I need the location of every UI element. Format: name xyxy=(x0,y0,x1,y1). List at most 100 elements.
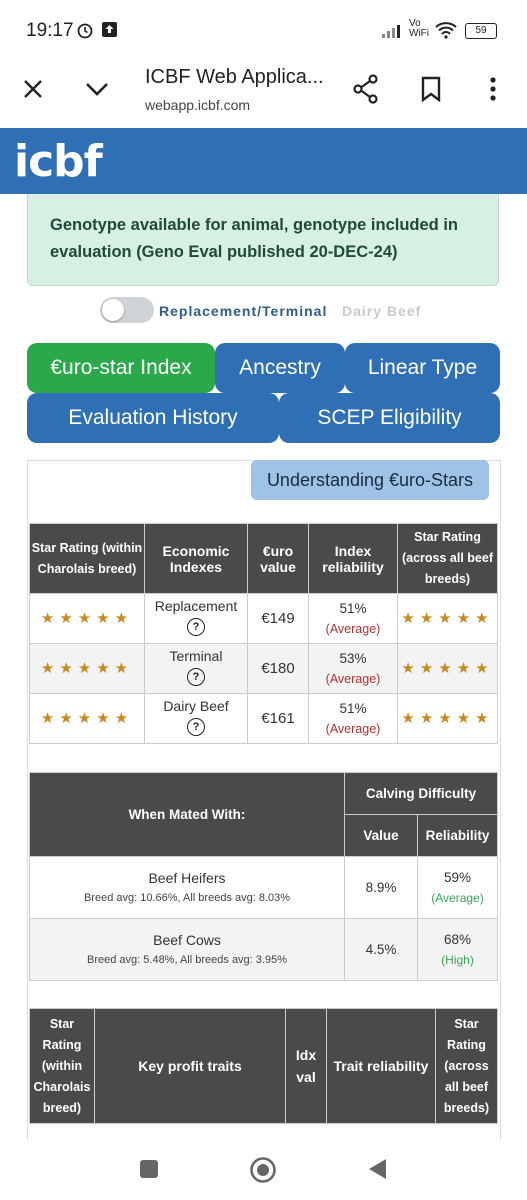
reliability-cell: 53% (Average) xyxy=(308,643,398,694)
header-key-profit-traits: Key profit traits xyxy=(94,1008,286,1124)
tab-linear-type[interactable]: Linear Type xyxy=(345,343,500,393)
reliability-value: 68% xyxy=(443,931,472,947)
star-rating: ★★★★★ xyxy=(40,610,134,627)
mated-title: Beef Heifers xyxy=(148,869,226,886)
key-profit-traits-table: Star Rating (within Charolais breed) Key… xyxy=(29,1008,498,1124)
euro-star-index-table: Star Rating (within Charolais breed) Eco… xyxy=(29,523,498,744)
euro-value: €180 xyxy=(247,643,309,694)
header-idx-val: Idx val xyxy=(285,1008,327,1124)
index-name-cell: Dairy Beef? xyxy=(144,693,248,744)
header-text: Economic Indexes xyxy=(162,542,230,575)
close-icon[interactable] xyxy=(22,78,44,100)
table-row: ★★★★★ Dairy Beef? €161 51% (Average) ★★★★… xyxy=(29,693,498,744)
help-icon[interactable]: ? xyxy=(187,668,205,686)
star-rating: ★★★★★ xyxy=(40,660,134,677)
table-row: ★★★★★ Terminal? €180 53% (Average) ★★★★★ xyxy=(29,643,498,694)
stars-within: ★★★★★ xyxy=(29,593,145,644)
upload-notification-icon xyxy=(102,22,117,37)
reliability-value: 51% xyxy=(339,700,367,716)
header-value: Value xyxy=(344,814,418,857)
header-text: Trait reliability xyxy=(333,1058,429,1074)
header-economic-indexes: Economic Indexes xyxy=(144,523,248,594)
calving-value: 4.5% xyxy=(344,918,418,981)
table-row: ★★★★★ Replacement? €149 51% (Average) ★★★… xyxy=(29,593,498,644)
header-text: Star Rating (across all beef breeds) xyxy=(443,1016,490,1115)
toggle-label-dairy-beef[interactable]: Dairy Beef xyxy=(342,303,421,319)
reliability-label: (Average) xyxy=(431,890,484,905)
tab-label: Linear Type xyxy=(367,356,478,379)
signal-icon xyxy=(382,25,400,38)
toggle-label-replacement-terminal[interactable]: Replacement/Terminal xyxy=(159,303,327,319)
table-row: Beef Cows Breed avg: 5.48%, All breeds av… xyxy=(29,918,498,981)
stars-within: ★★★★★ xyxy=(29,643,145,694)
header-trait-reliability: Trait reliability xyxy=(326,1008,436,1124)
page-url[interactable]: webapp.icbf.com xyxy=(145,97,250,113)
header-euro-value: €uro value xyxy=(247,523,309,594)
tab-evaluation-history[interactable]: Evaluation History xyxy=(27,393,279,443)
header-text: Key profit traits xyxy=(138,1058,242,1074)
more-vert-icon[interactable] xyxy=(488,76,498,102)
icbf-logo[interactable]: icbf xyxy=(14,136,103,187)
battery-icon: 59 xyxy=(465,23,497,39)
mated-avg: Breed avg: 5.48%, All breeds avg: 3.95% xyxy=(87,953,287,966)
tab-euro-star-index[interactable]: €uro-star Index xyxy=(27,343,215,393)
tab-scep-eligibility[interactable]: SCEP Eligibility xyxy=(279,393,500,443)
mated-title: Beef Cows xyxy=(153,931,221,948)
header-when-mated: When Mated With: xyxy=(29,772,345,857)
calving-reliability-cell: 59% (Average) xyxy=(417,856,498,919)
nav-home-icon[interactable] xyxy=(249,1156,277,1184)
nav-back-icon[interactable] xyxy=(366,1157,388,1181)
index-name: Dairy Beef xyxy=(163,698,229,714)
calving-difficulty-table: When Mated With: Calving Difficulty Valu… xyxy=(29,772,498,981)
index-name-cell: Terminal? xyxy=(144,643,248,694)
help-icon[interactable]: ? xyxy=(187,618,205,636)
page-title: ICBF Web Applica... xyxy=(145,66,324,88)
mated-cell: Beef Cows Breed avg: 5.48%, All breeds av… xyxy=(29,918,345,981)
star-rating: ★★★★★ xyxy=(40,710,134,727)
reliability-label: (Average) xyxy=(325,721,381,736)
reliability-label: (Average) xyxy=(325,621,381,636)
alarm-icon xyxy=(77,23,93,39)
euro-value: €149 xyxy=(247,593,309,644)
mated-avg: Breed avg: 10.66%, All breeds avg: 8.03% xyxy=(83,891,291,904)
understanding-euro-stars-button[interactable]: Understanding €uro-Stars xyxy=(251,460,489,500)
nav-recents-icon[interactable] xyxy=(139,1159,159,1179)
header-text: Star Rating (within Charolais breed) xyxy=(33,1016,91,1115)
header-text: Star Rating (across all beef breeds) xyxy=(401,530,493,586)
browser-toolbar: ICBF Web Applica... webapp.icbf.com xyxy=(0,56,527,128)
tab-label: Ancestry xyxy=(239,356,321,379)
header-calving-difficulty: Calving Difficulty xyxy=(344,772,498,815)
status-time: 19:17 xyxy=(26,20,74,41)
stars-within: ★★★★★ xyxy=(29,693,145,744)
stars-across: ★★★★★ xyxy=(397,693,498,744)
reliability-value: 53% xyxy=(339,650,367,666)
battery-level: 59 xyxy=(475,25,487,36)
genotype-notice: Genotype available for animal, genotype … xyxy=(27,194,499,286)
tab-label: Evaluation History xyxy=(68,406,238,429)
tab-ancestry[interactable]: Ancestry xyxy=(215,343,345,398)
toggle-knob xyxy=(102,299,124,321)
stars-across: ★★★★★ xyxy=(397,593,498,644)
reliability-cell: 51% (Average) xyxy=(308,693,398,744)
index-toggle[interactable] xyxy=(100,297,154,323)
euro-value: €161 xyxy=(247,693,309,744)
index-name-cell: Replacement? xyxy=(144,593,248,644)
header-text: Idx val xyxy=(295,1047,317,1085)
stars-across: ★★★★★ xyxy=(397,643,498,694)
chevron-down-icon[interactable] xyxy=(84,80,110,98)
header-star-within: Star Rating (within Charolais breed) xyxy=(29,1008,95,1124)
help-icon[interactable]: ? xyxy=(187,718,205,736)
reliability-value: 51% xyxy=(339,600,367,616)
table-row: Beef Heifers Breed avg: 10.66%, All breed… xyxy=(29,856,498,919)
wifi-icon xyxy=(435,22,457,39)
tab-label: €uro-star Index xyxy=(50,356,192,379)
index-name: Terminal xyxy=(169,648,223,664)
reliability-value: 59% xyxy=(443,869,472,885)
share-icon[interactable] xyxy=(352,74,380,104)
bookmark-icon[interactable] xyxy=(420,76,442,102)
header-star-across: Star Rating (across all beef breeds) xyxy=(435,1008,498,1124)
calving-reliability-cell: 68% (High) xyxy=(417,918,498,981)
reliability-label: (Average) xyxy=(325,671,381,686)
site-header: icbf xyxy=(0,128,527,194)
reliability-label: (High) xyxy=(441,952,474,967)
